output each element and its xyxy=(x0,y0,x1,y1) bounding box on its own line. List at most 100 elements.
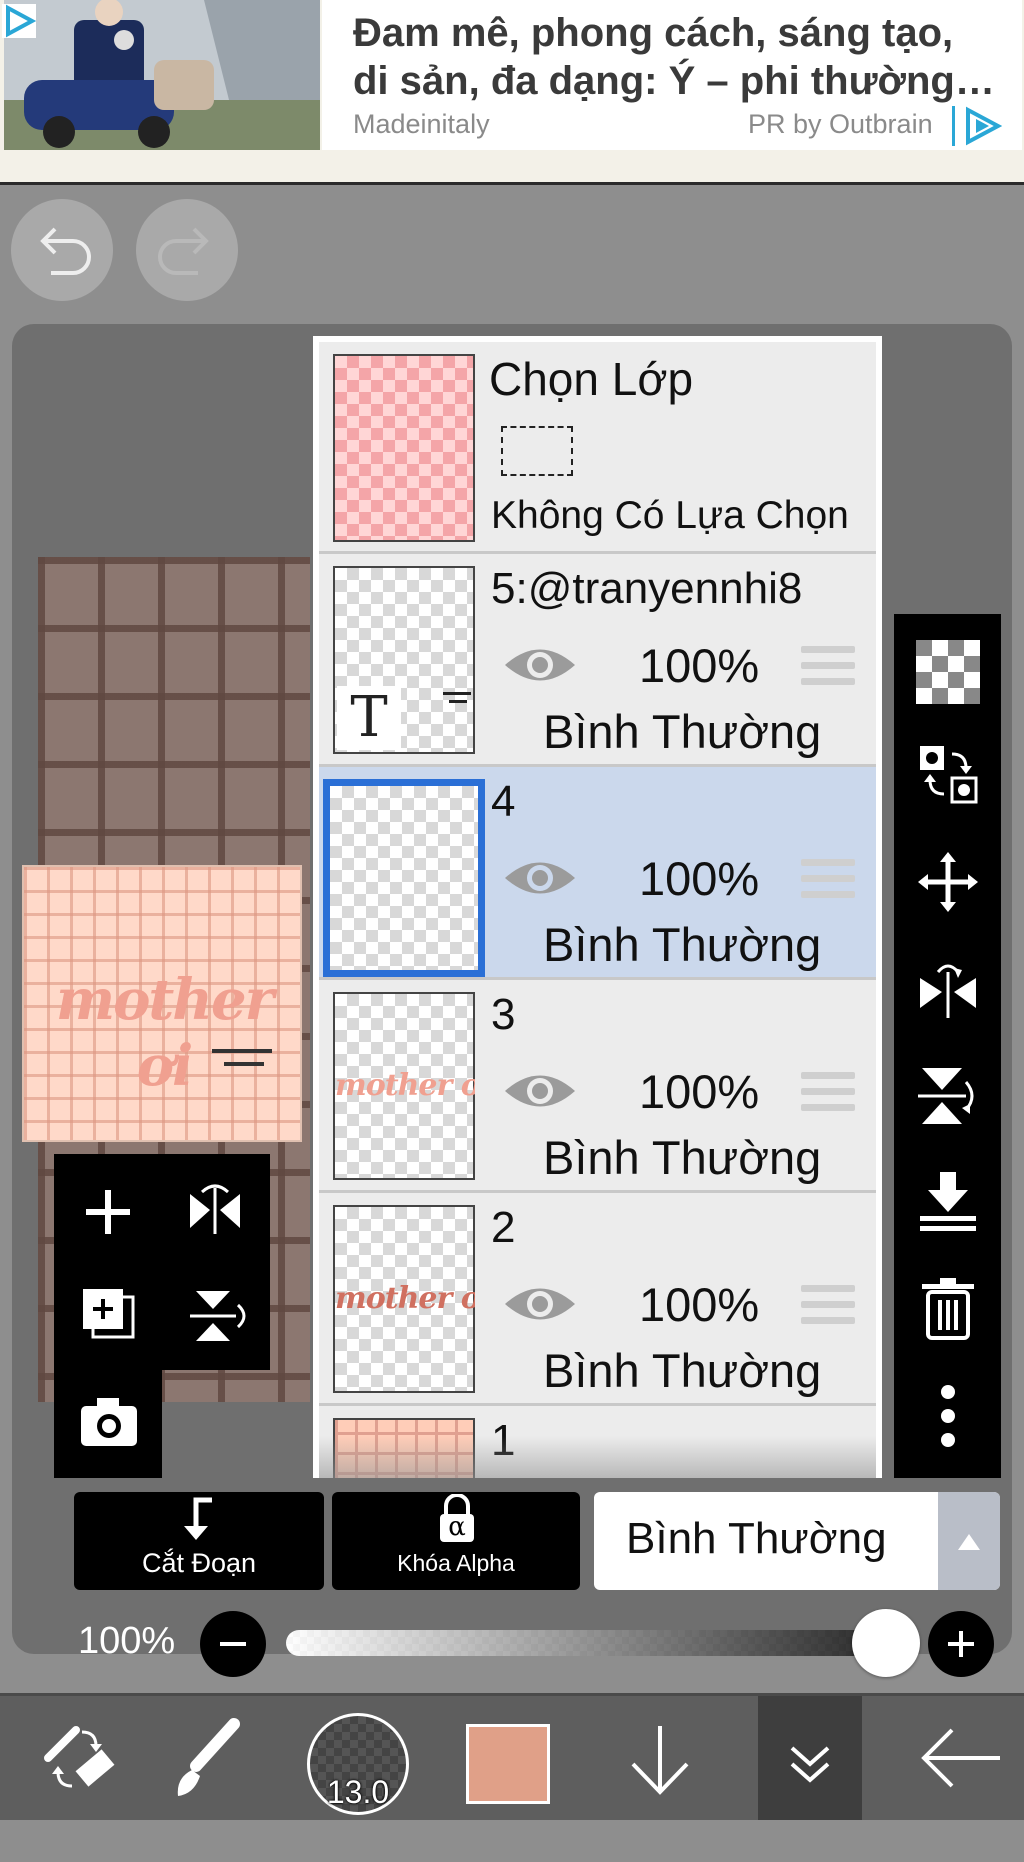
layer-name: 3 xyxy=(491,990,516,1039)
layer-row-selected[interactable]: 4 100% Bình Thường xyxy=(319,767,876,980)
flip-vertical-layer-button[interactable] xyxy=(894,1046,1001,1146)
chevron-up-icon xyxy=(958,1534,980,1550)
layer-row[interactable]: T 5:@tranyennhi8 100% Bình Thường xyxy=(319,554,876,767)
tool-switch-button[interactable] xyxy=(22,1696,132,1820)
swap-layer-button[interactable] xyxy=(894,724,1001,824)
trash-icon xyxy=(921,1278,974,1340)
flip-horizontal-icon xyxy=(190,1184,240,1234)
lock-icon: α xyxy=(436,1493,478,1544)
flip-horizontal-icon xyxy=(919,964,976,1018)
drag-handle-icon[interactable] xyxy=(801,1072,855,1120)
blend-mode-value: Bình Thường xyxy=(626,1514,887,1563)
flip-horizontal-button[interactable] xyxy=(170,1170,260,1250)
layer-blend-mode: Bình Thường xyxy=(543,705,822,758)
back-button[interactable] xyxy=(904,1696,1014,1820)
undo-icon xyxy=(40,227,91,275)
layer-row[interactable]: mother ơi 2 100% Bình Thường xyxy=(319,1193,876,1406)
clipping-button[interactable]: Cắt Đoạn xyxy=(74,1492,324,1590)
layer-blend-mode: Bình Thường xyxy=(543,1131,822,1184)
camera-icon xyxy=(81,1398,137,1446)
opacity-decrease-button[interactable] xyxy=(200,1611,266,1677)
opacity-label: 100% xyxy=(78,1620,176,1662)
color-swatch[interactable] xyxy=(466,1724,550,1804)
layers-toggle-button[interactable] xyxy=(758,1696,862,1820)
add-layer-button[interactable] xyxy=(63,1170,153,1250)
dropdown-toggle[interactable] xyxy=(938,1492,1000,1590)
merge-down-icon xyxy=(919,1172,976,1231)
layer-thumbnail: mother ơi xyxy=(333,992,475,1180)
layer-opacity: 100% xyxy=(639,1278,760,1331)
delete-layer-button[interactable] xyxy=(894,1258,1001,1358)
more-vertical-icon xyxy=(940,1385,955,1447)
layer-down-button[interactable] xyxy=(605,1696,715,1820)
alpha-symbol: α xyxy=(448,1512,466,1542)
play-triangle-icon xyxy=(2,4,37,38)
plus-icon xyxy=(948,1631,974,1657)
visibility-toggle[interactable] xyxy=(501,1281,579,1327)
opacity-slider-thumb[interactable] xyxy=(852,1609,920,1677)
selection-layer-row[interactable]: Chọn Lớp Không Có Lựa Chọn xyxy=(319,342,876,554)
layer-thumbnail: mother ơi xyxy=(333,1205,475,1393)
thumb-art-text: mother ơi xyxy=(335,1281,475,1316)
arrow-down-icon xyxy=(631,1726,689,1795)
ad-divider xyxy=(952,106,955,146)
right-toolbar xyxy=(894,614,1001,1478)
transparency-button[interactable] xyxy=(894,622,1001,722)
checkerboard-icon xyxy=(915,640,980,704)
drag-handle-icon[interactable] xyxy=(801,859,855,907)
outbrain-play-icon[interactable] xyxy=(962,106,1003,146)
layer-opacity: 100% xyxy=(639,639,760,692)
visibility-toggle[interactable] xyxy=(501,642,579,688)
ad-title-line-1[interactable]: Đam mê, phong cách, sáng tạo, xyxy=(353,10,1003,56)
ad-title-line-2[interactable]: di sản, đa dạng: Ý – phi thường… xyxy=(353,58,1003,104)
flip-vertical-button[interactable] xyxy=(170,1275,260,1355)
layer-row[interactable]: mother ơi 3 100% Bình Thường xyxy=(319,980,876,1193)
flip-horizontal-layer-button[interactable] xyxy=(894,940,1001,1040)
add-copy-icon xyxy=(83,1289,135,1339)
brush-size-button[interactable]: 13.0 xyxy=(307,1713,409,1815)
blend-mode-dropdown[interactable]: Bình Thường xyxy=(594,1492,1000,1590)
layer-panel: Chọn Lớp Không Có Lựa Chọn T 5:@tranyenn… xyxy=(313,336,882,1478)
selection-layer-thumbnail xyxy=(333,354,475,542)
swap-icon xyxy=(919,746,977,804)
drag-handle-icon[interactable] xyxy=(801,1285,855,1333)
camera-button[interactable] xyxy=(63,1382,153,1462)
thumb-text-mark xyxy=(443,692,471,695)
alpha-lock-button[interactable]: α Khóa Alpha xyxy=(332,1492,580,1590)
undo-button[interactable] xyxy=(11,199,113,301)
more-options-button[interactable] xyxy=(894,1366,1001,1466)
flip-vertical-icon xyxy=(917,1068,973,1124)
eye-icon xyxy=(505,649,575,681)
thumb-art-text: mother ơi xyxy=(335,1068,475,1103)
redo-button[interactable] xyxy=(136,199,238,301)
brush-eraser-switch-icon xyxy=(44,1726,115,1788)
preview-signature-line xyxy=(212,1049,272,1053)
alpha-lock-label: Khóa Alpha xyxy=(397,1550,515,1576)
selection-status: Không Có Lựa Chọn xyxy=(491,494,849,537)
selection-layer-title: Chọn Lớp xyxy=(489,353,694,405)
opacity-slider-track[interactable] xyxy=(286,1630,886,1656)
opacity-increase-button[interactable] xyxy=(928,1611,994,1677)
merge-down-button[interactable] xyxy=(894,1152,1001,1252)
plus-icon xyxy=(86,1190,130,1234)
brush-tool-button[interactable] xyxy=(152,1696,262,1820)
visibility-toggle[interactable] xyxy=(501,855,579,901)
visibility-toggle[interactable] xyxy=(501,1068,579,1114)
ad-sponsor[interactable]: PR by Outbrain xyxy=(748,109,933,140)
preview-signature-line-2 xyxy=(224,1062,264,1066)
add-layer-copy-button[interactable] xyxy=(63,1275,153,1355)
thumb-text-mark xyxy=(449,700,467,703)
scroll-fade xyxy=(319,1436,876,1478)
selection-marquee-icon xyxy=(501,426,573,476)
layer-opacity: 100% xyxy=(639,1065,760,1118)
brush-icon xyxy=(177,1718,240,1796)
layer-blend-mode: Bình Thường xyxy=(543,1344,822,1397)
minus-icon xyxy=(220,1642,246,1646)
ad-banner[interactable]: Đam mê, phong cách, sáng tạo, di sản, đa… xyxy=(0,0,1024,185)
ad-image[interactable] xyxy=(4,0,320,150)
layer-row[interactable]: 1 xyxy=(319,1406,876,1478)
layer-thumbnail: T xyxy=(333,566,475,754)
drag-handle-icon[interactable] xyxy=(801,646,855,694)
move-button[interactable] xyxy=(894,832,1001,932)
arrow-left-icon xyxy=(921,1728,1000,1788)
